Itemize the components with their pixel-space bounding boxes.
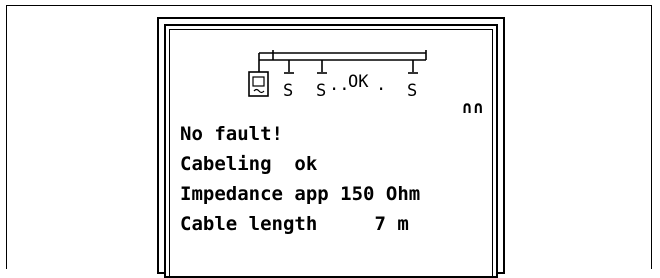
- lcd-text-lines: No fault! Cabeling ok Impedance app 150 …: [180, 119, 420, 239]
- cable-topology-diagram: S S .. OK . S: [248, 50, 427, 101]
- segment-label-2: S: [316, 81, 326, 101]
- fault-status-line: No fault!: [180, 123, 283, 145]
- tester-screen-icon: [252, 76, 265, 87]
- lcd-screen: S S .. OK . S ∩∩ No fault! Cabeling ok I…: [164, 24, 498, 278]
- lcd-display: S S .. OK . S ∩∩ No fault! Cabeling ok I…: [157, 17, 505, 278]
- page: S S .. OK . S ∩∩ No fault! Cabeling ok I…: [0, 0, 660, 278]
- tester-device-icon: [248, 71, 269, 97]
- lcd-screen-inner: S S .. OK . S ∩∩ No fault! Cabeling ok I…: [169, 29, 493, 276]
- tester-wave-icon: [253, 88, 265, 94]
- segment-dots-left: ..: [329, 75, 349, 95]
- cable-length-line: Cable length 7 m: [180, 213, 409, 235]
- segment-label-3: S: [407, 81, 417, 101]
- segment-dots-right: .: [376, 75, 386, 95]
- segment-label-1: S: [283, 81, 293, 101]
- impedance-line: Impedance app 150 Ohm: [180, 183, 421, 205]
- cabling-status-line: Cabeling ok: [180, 153, 318, 175]
- segment-status-ok: OK: [348, 72, 369, 92]
- status-symbol: ∩∩: [462, 98, 485, 118]
